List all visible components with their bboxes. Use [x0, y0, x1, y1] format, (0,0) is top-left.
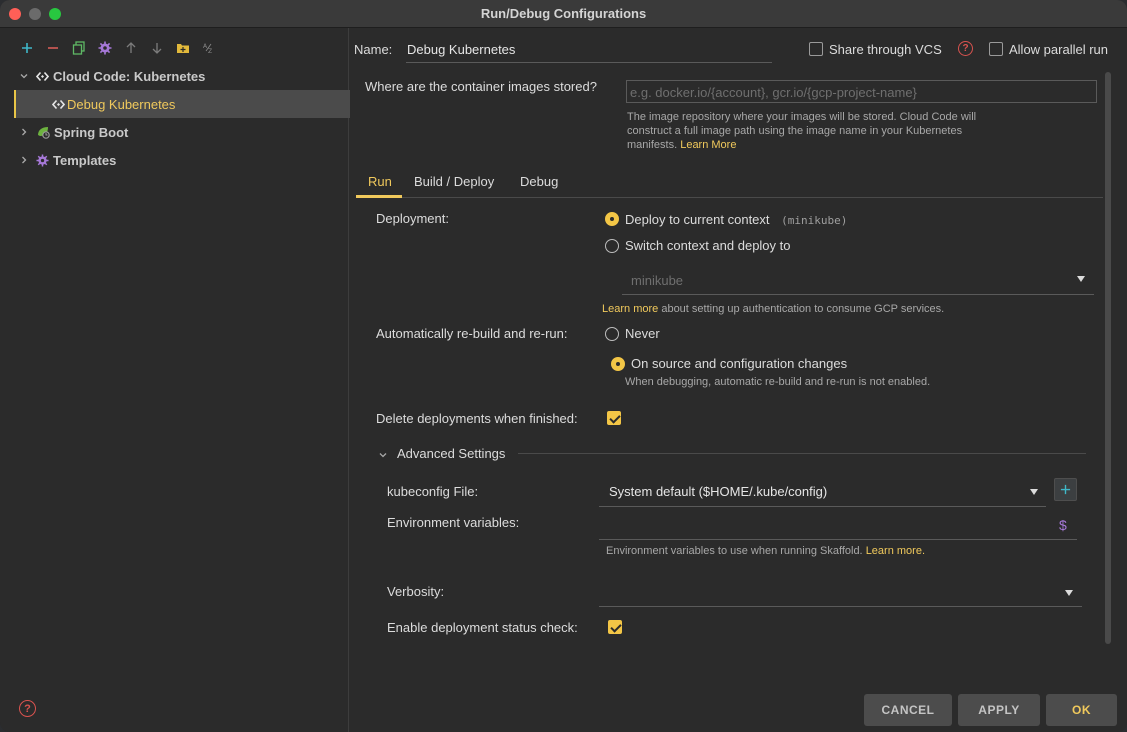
env-vars-label: Environment variables:: [387, 515, 520, 530]
kubeconfig-value: System default ($HOME/.kube/config): [609, 484, 828, 499]
spring-boot-icon: [36, 125, 50, 139]
insert-macro-icon[interactable]: $: [1059, 517, 1067, 533]
auth-help: Learn more about setting up authenticati…: [602, 303, 945, 315]
cloud-code-icon: [36, 70, 49, 83]
never-radio[interactable]: [605, 327, 619, 341]
window-title: Run/Debug Configurations: [480, 6, 647, 21]
context-select-value: minikube: [631, 273, 684, 288]
image-repo-input[interactable]: e.g. docker.io/{account}, gcr.io/{gcp-pr…: [626, 80, 1097, 103]
tree-node-templates[interactable]: Templates: [0, 146, 349, 174]
configurations-sidebar: AZ Cloud Code: Kubernetes Debug Kubernet…: [0, 28, 355, 732]
kubeconfig-select[interactable]: System default ($HOME/.kube/config): [599, 477, 1046, 507]
move-down-icon[interactable]: [144, 38, 170, 58]
share-vcs-help-icon[interactable]: ?: [958, 41, 973, 56]
tab-bar: Run Build / Deploy Debug: [356, 166, 1103, 198]
tree-label-spring-boot: Spring Boot: [54, 124, 129, 140]
on-source-label[interactable]: On source and configuration changes: [631, 356, 847, 371]
on-source-radio[interactable]: [611, 357, 625, 371]
help-icon[interactable]: ?: [19, 700, 36, 717]
verbosity-select[interactable]: [599, 577, 1082, 607]
title-bar: Run/Debug Configurations: [0, 0, 1127, 28]
name-label: Name:: [354, 42, 393, 57]
tree-node-spring-boot[interactable]: Spring Boot: [0, 118, 349, 146]
auth-learn-more-link[interactable]: Learn more: [602, 303, 658, 315]
image-repo-label: Where are the container images stored?: [365, 79, 597, 94]
tree-label-cloud-code: Cloud Code: Kubernetes: [53, 68, 206, 84]
configuration-editor: Name: Debug Kubernetes Share through VCS…: [350, 28, 1127, 732]
gear-icon: [36, 153, 49, 167]
move-up-icon[interactable]: [118, 38, 144, 58]
tree-node-cloud-code[interactable]: Cloud Code: Kubernetes: [0, 62, 349, 90]
current-context-value: (minikube): [781, 214, 848, 227]
switch-context-label[interactable]: Switch context and deploy to: [625, 238, 791, 253]
settings-icon[interactable]: [92, 38, 118, 58]
kubeconfig-label: kubeconfig File:: [387, 484, 479, 499]
configurations-tree: Cloud Code: Kubernetes Debug Kubernetes …: [0, 62, 355, 174]
tree-label-templates: Templates: [53, 152, 117, 168]
add-icon[interactable]: [14, 38, 40, 58]
delete-deployments-label: Delete deployments when finished:: [376, 411, 578, 426]
deploy-current-radio[interactable]: [605, 212, 619, 226]
advanced-settings-label: Advanced Settings: [397, 446, 506, 461]
ok-button[interactable]: OK: [1046, 694, 1117, 726]
verbosity-label: Verbosity:: [387, 584, 445, 599]
delete-deployments-checkbox[interactable]: [607, 411, 621, 425]
cancel-button[interactable]: CANCEL: [864, 694, 952, 726]
add-icon: [1060, 484, 1071, 495]
chevron-down-icon: [378, 448, 388, 463]
status-check-label: Enable deployment status check:: [387, 620, 578, 635]
sidebar-toolbar: AZ: [14, 38, 222, 58]
name-input-value: Debug Kubernetes: [407, 42, 516, 57]
debug-rebuild-note: When debugging, automatic re-build and r…: [625, 376, 931, 388]
allow-parallel-checkbox[interactable]: [989, 42, 1003, 56]
dropdown-arrow-icon: [1030, 489, 1038, 495]
new-folder-icon[interactable]: [170, 38, 196, 58]
deploy-current-label[interactable]: Deploy to current context (minikube): [625, 212, 847, 227]
active-tab-indicator: [356, 195, 402, 198]
env-vars-input[interactable]: $: [599, 510, 1077, 540]
deployment-label: Deployment:: [376, 211, 449, 226]
tab-run[interactable]: Run: [368, 174, 392, 189]
name-input[interactable]: Debug Kubernetes: [406, 37, 772, 63]
dialog-window: Run/Debug Configurations A Z Cloud Code:…: [0, 0, 1127, 732]
status-check-checkbox[interactable]: [608, 620, 622, 634]
chevron-right-icon[interactable]: [18, 126, 30, 138]
advanced-settings-divider: [518, 453, 1086, 454]
tree-node-debug-kubernetes[interactable]: Debug Kubernetes: [14, 90, 355, 118]
image-repo-learn-more-link[interactable]: Learn More: [680, 139, 736, 151]
copy-icon[interactable]: [66, 38, 92, 58]
chevron-down-icon[interactable]: [18, 70, 30, 82]
switch-context-radio[interactable]: [605, 239, 619, 253]
chevron-right-icon[interactable]: [18, 154, 30, 166]
image-repo-help: The image repository where your images w…: [627, 111, 977, 151]
remove-icon[interactable]: [40, 38, 66, 58]
tree-label-debug-kubernetes: Debug Kubernetes: [67, 96, 176, 112]
env-learn-more-link[interactable]: Learn more.: [866, 545, 925, 557]
sort-icon[interactable]: AZ: [196, 38, 222, 58]
share-vcs-checkbox[interactable]: [809, 42, 823, 56]
image-repo-placeholder: e.g. docker.io/{account}, gcr.io/{gcp-pr…: [630, 85, 917, 100]
dropdown-arrow-icon: [1065, 590, 1073, 596]
advanced-settings-toggle[interactable]: Advanced Settings: [378, 446, 518, 462]
allow-parallel-label[interactable]: Allow parallel run: [1009, 42, 1108, 57]
context-select[interactable]: minikube: [622, 264, 1094, 295]
never-label[interactable]: Never: [625, 326, 660, 341]
apply-button[interactable]: APPLY: [958, 694, 1040, 726]
share-vcs-label[interactable]: Share through VCS: [829, 42, 942, 57]
cloud-code-icon: [52, 98, 65, 111]
rebuild-label: Automatically re-build and re-run:: [376, 326, 568, 341]
tab-debug[interactable]: Debug: [520, 174, 558, 189]
tab-build-deploy[interactable]: Build / Deploy: [414, 174, 494, 189]
env-vars-help: Environment variables to use when runnin…: [606, 545, 925, 557]
svg-text:Z: Z: [208, 48, 212, 54]
dropdown-arrow-icon: [1077, 276, 1085, 282]
add-kubeconfig-button[interactable]: [1054, 478, 1077, 501]
scrollbar[interactable]: [1105, 72, 1111, 644]
